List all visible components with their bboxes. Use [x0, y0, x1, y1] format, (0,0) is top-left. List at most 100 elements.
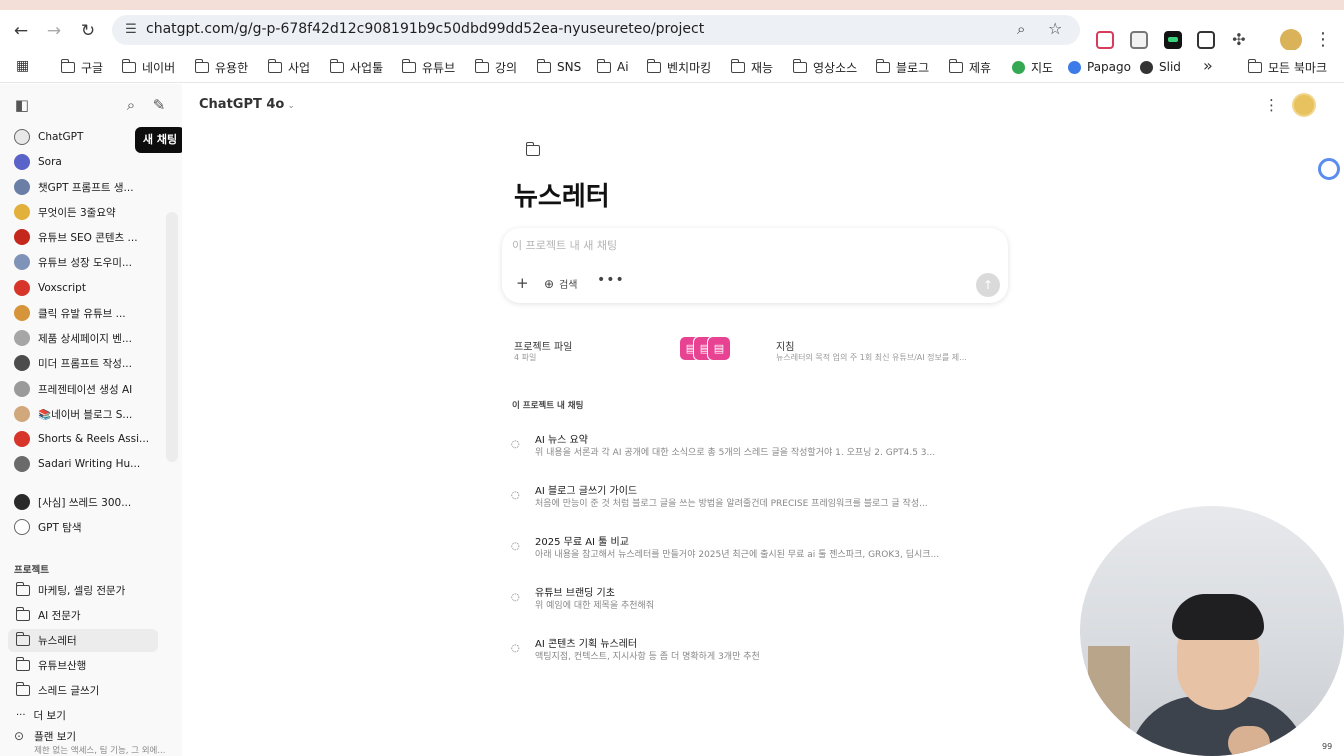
- gpt-avatar-icon: [14, 330, 30, 346]
- bookmark-item[interactable]: SNS: [536, 58, 581, 76]
- project-chat-row[interactable]: ◌ AI 콘텐츠 기획 뉴스레터 액팅지점, 컨텍스트, 지시사항 등 좀 더 명확…: [506, 632, 1006, 666]
- bookmark-item[interactable]: Ai: [596, 58, 629, 76]
- project-label: 마케팅, 셀링 전문가: [38, 585, 126, 597]
- bookmark-item[interactable]: 사업: [267, 58, 310, 76]
- sidebar-gpt-item[interactable]: 유튜브 성장 도우미...: [14, 252, 164, 272]
- sidebar-gpt-item[interactable]: 미더 프롬프트 작성...: [14, 353, 164, 373]
- browser-toolbar: ← → ↻ ☰ chatgpt.com/g/g-p-678f42d12c9081…: [0, 10, 1344, 51]
- bookmark-item[interactable]: 제휴: [948, 58, 991, 76]
- bookmark-item[interactable]: 재능: [730, 58, 773, 76]
- project-chat-row[interactable]: ◌ AI 블로그 글쓰기 가이드 처음에 만능이 준 것 처럼 블로그 글을 쓰는 …: [506, 479, 1006, 513]
- sidebar-project-item[interactable]: 뉴스레터: [8, 629, 158, 652]
- search-chats-icon[interactable]: ⌕: [122, 96, 140, 114]
- gpt-avatar-icon: [14, 204, 30, 220]
- more-options-icon[interactable]: ⋮: [1264, 96, 1279, 114]
- gpt-avatar-icon: [14, 229, 30, 245]
- assistant-extension-icon[interactable]: [1318, 158, 1340, 180]
- chat-title: AI 블로그 글쓰기 가이드: [535, 486, 638, 497]
- forward-icon[interactable]: →: [43, 20, 65, 42]
- sidebar-gpt-item[interactable]: 클릭 유발 유튜브 ...: [14, 303, 164, 323]
- presenter-hair: [1172, 594, 1264, 640]
- send-button[interactable]: ↑: [976, 273, 1000, 297]
- project-chat-row[interactable]: ◌ 2025 무료 AI 툴 비교 아래 내용을 참고해서 뉴스레터를 만들거야 2…: [506, 530, 1006, 564]
- sidebar-gpt-item[interactable]: 무엇이든 3줄요약: [14, 202, 164, 222]
- sidebar-gpt-item[interactable]: 챗GPT 프롬프트 생...: [14, 177, 164, 197]
- new-chat-input[interactable]: [512, 234, 992, 256]
- site-settings-icon[interactable]: ☰: [122, 21, 140, 39]
- sidebar-project-item[interactable]: ··· 더 보기: [8, 704, 158, 727]
- new-chat-icon[interactable]: ✎: [150, 96, 168, 114]
- project-folder-icon[interactable]: [521, 140, 545, 160]
- plan-upgrade[interactable]: ⊙ 플랜 보기 제한 없는 액세스, 팀 기능, 그 외에...: [14, 729, 178, 756]
- sidebar-project-item[interactable]: 스레드 글쓰기: [8, 679, 158, 702]
- sidebar-gpt-item[interactable]: 제품 상세페이지 벤...: [14, 328, 164, 348]
- gpt-avatar-icon: [14, 406, 30, 422]
- pocket-extension-icon[interactable]: [1096, 31, 1114, 49]
- folder-icon: [1247, 58, 1262, 73]
- bookmark-item[interactable]: 지도: [1012, 58, 1053, 76]
- gpt-avatar-icon: [14, 494, 30, 510]
- bookmark-item[interactable]: Slid: [1140, 58, 1181, 76]
- sidebar-toggle-icon[interactable]: ◧: [13, 96, 31, 114]
- bookmark-label: 강의: [495, 60, 518, 75]
- sidebar-scrollbar[interactable]: [166, 212, 178, 462]
- projects-section-header: 프로젝트: [14, 565, 49, 576]
- bookmark-item[interactable]: 구글: [60, 58, 104, 76]
- sidepanel-icon[interactable]: [1197, 31, 1215, 49]
- sidebar-gpt-item[interactable]: 📚네이버 블로그 S...: [14, 404, 164, 424]
- sidebar-gpt-item[interactable]: 유튜브 SEO 콘텐츠 ...: [14, 227, 164, 247]
- green-extension-icon[interactable]: [1164, 31, 1182, 49]
- folder-icon: [730, 58, 745, 73]
- url-text[interactable]: chatgpt.com/g/g-p-678f42d12c908191b9c50d…: [146, 21, 704, 37]
- browser-profile-avatar[interactable]: [1280, 29, 1302, 51]
- bookmark-label: 구글: [81, 60, 104, 75]
- back-icon[interactable]: ←: [10, 20, 32, 42]
- folder-icon: [792, 58, 807, 73]
- sidebar-gpt-item[interactable]: Sora: [14, 152, 164, 172]
- zoom-icon[interactable]: ⌕: [1017, 20, 1025, 38]
- sidebar-gpt-item[interactable]: ChatGPT: [14, 127, 164, 147]
- extensions-puzzle-icon[interactable]: ✣: [1230, 31, 1248, 49]
- gpt-label: ChatGPT: [38, 131, 84, 143]
- bookmark-item[interactable]: 유용한: [194, 58, 248, 76]
- chat-title: AI 뉴스 요약: [535, 435, 588, 446]
- model-selector[interactable]: ChatGPT 4o ⌄: [199, 97, 295, 112]
- bookmark-label: 네이버: [142, 60, 176, 75]
- sidebar-gpt-item[interactable]: 프레젠테이션 생성 AI: [14, 379, 164, 399]
- sidebar-project-item[interactable]: AI 전문가: [8, 604, 158, 627]
- bookmarks-bar: ▦ 구글 네이버 유용한 사업 사업툴 유튜브 강의 SNS Ai 벤치마킹 재능 영상소스 블로그 제휴…: [0, 50, 1344, 83]
- more-tools-icon[interactable]: •••: [597, 272, 625, 288]
- bookmark-item[interactable]: 사업툴: [329, 58, 383, 76]
- project-chat-row[interactable]: ◌ 유튜브 브랜딩 기초 위 예임에 대한 제목을 추천해줘: [506, 581, 1006, 615]
- bookmark-item[interactable]: 강의: [474, 58, 518, 76]
- bookmark-item[interactable]: 벤치마킹: [646, 58, 711, 76]
- sidebar-project-item[interactable]: 유튜브산행: [8, 654, 158, 677]
- address-bar[interactable]: ☰ chatgpt.com/g/g-p-678f42d12c908191b9c5…: [112, 15, 1080, 45]
- sidebar-gpt-item[interactable]: Sadari Writing Hu...: [14, 454, 164, 474]
- bookmark-label: 유튜브: [422, 60, 456, 75]
- sidebar-gpt-item[interactable]: GPT 탐색: [14, 517, 164, 537]
- web-search-button[interactable]: ⊕ 검색: [544, 276, 577, 292]
- all-bookmarks-folder[interactable]: 모든 북마크: [1247, 58, 1327, 76]
- browser-menu-icon[interactable]: ⋮: [1314, 29, 1332, 50]
- reload-icon[interactable]: ↻: [77, 20, 99, 42]
- sidebar-gpt-item[interactable]: Shorts & Reels Assi...: [14, 429, 164, 449]
- project-files-card[interactable]: 프로젝트 파일 4 파일 ▤ ▤ ▤: [506, 332, 742, 374]
- bookmarks-overflow-button[interactable]: »: [1203, 56, 1213, 75]
- project-chat-row[interactable]: ◌ AI 뉴스 요약 위 내용을 서론과 각 AI 공개에 대한 소식으로 총 5개…: [506, 428, 1006, 462]
- bookmark-item[interactable]: Papago: [1068, 58, 1131, 76]
- user-avatar[interactable]: [1292, 93, 1316, 117]
- attach-plus-icon[interactable]: +: [516, 274, 529, 292]
- sidebar-gpt-item[interactable]: Voxscript: [14, 278, 164, 298]
- gpt-label: 프레젠테이션 생성 AI: [38, 383, 133, 396]
- bookmark-star-icon[interactable]: ☆: [1048, 19, 1062, 38]
- cast-extension-icon[interactable]: [1130, 31, 1148, 49]
- sidebar-project-item[interactable]: 마케팅, 셀링 전문가: [8, 579, 158, 602]
- bookmark-item[interactable]: 블로그: [875, 58, 929, 76]
- bookmark-item[interactable]: 영상소스: [792, 58, 857, 76]
- sidebar-gpt-item[interactable]: [사심] 쓰레드 300...: [14, 492, 164, 512]
- bookmark-item[interactable]: 유튜브: [401, 58, 456, 76]
- apps-grid-icon[interactable]: ▦: [16, 58, 32, 74]
- bookmark-item[interactable]: 네이버: [121, 58, 176, 76]
- instructions-card[interactable]: 지침 뉴스레터의 목적 업의 주 1회 최신 유튜브/AI 정보를 제...: [768, 332, 1004, 374]
